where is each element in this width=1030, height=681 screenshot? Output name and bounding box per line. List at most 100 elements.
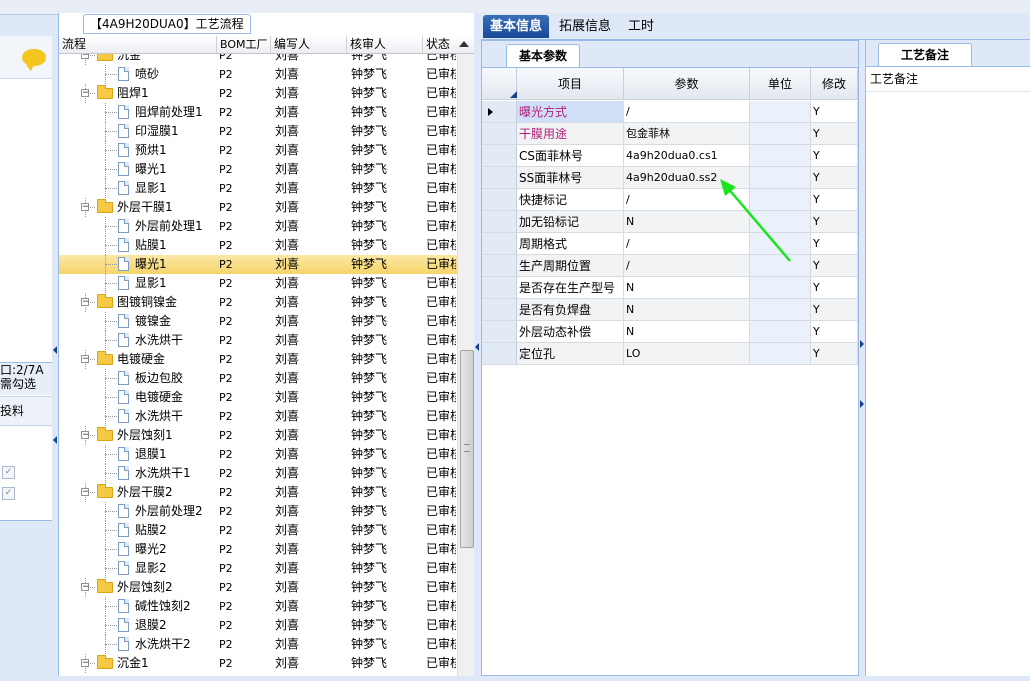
param-modify-cell[interactable]: Y: [811, 101, 858, 123]
collapse-toggle-icon[interactable]: −: [81, 54, 90, 60]
param-modify-cell[interactable]: Y: [811, 277, 858, 299]
tree-row[interactable]: 外层前处理2 P2 刘喜 钟梦飞 已审核: [59, 502, 457, 521]
tree-row[interactable]: − 沉金1 P2 刘喜 钟梦飞 已审核: [59, 654, 457, 673]
tree-row[interactable]: − 沉金 P2 刘喜 钟梦飞 已审核: [59, 54, 457, 65]
param-modify-cell[interactable]: Y: [811, 189, 858, 211]
param-row[interactable]: 是否存在生产型号 N Y: [482, 277, 858, 299]
param-modify-cell[interactable]: Y: [811, 321, 858, 343]
collapse-toggle-icon[interactable]: −: [81, 659, 90, 668]
tree-row[interactable]: 水洗烘干 P2 刘喜 钟梦飞 已审核: [59, 407, 457, 426]
param-row[interactable]: 外层动态补偿 N Y: [482, 321, 858, 343]
col-header-bom[interactable]: BOM工厂: [217, 36, 271, 53]
grid-header-modify[interactable]: 修改: [811, 68, 858, 100]
row-header[interactable]: [482, 233, 517, 255]
param-value-cell[interactable]: N: [624, 321, 750, 343]
row-header[interactable]: [482, 145, 517, 167]
param-modify-cell[interactable]: Y: [811, 123, 858, 145]
param-modify-cell[interactable]: Y: [811, 145, 858, 167]
row-header[interactable]: [482, 101, 517, 123]
tree-row[interactable]: 镀镍金 P2 刘喜 钟梦飞 已审核: [59, 312, 457, 331]
param-unit-cell[interactable]: [750, 299, 811, 321]
collapse-toggle-icon[interactable]: −: [81, 488, 90, 497]
param-unit-cell[interactable]: [750, 101, 811, 123]
row-header[interactable]: [482, 167, 517, 189]
collapse-toggle-icon[interactable]: −: [81, 583, 90, 592]
tree-row[interactable]: − 图镀铜镍金 P2 刘喜 钟梦飞 已审核: [59, 293, 457, 312]
param-unit-cell[interactable]: [750, 343, 811, 365]
middle-splitter[interactable]: [474, 13, 481, 676]
row-header[interactable]: [482, 321, 517, 343]
collapse-toggle-icon[interactable]: −: [81, 89, 90, 98]
param-modify-cell[interactable]: Y: [811, 211, 858, 233]
tree-row[interactable]: 预烘1 P2 刘喜 钟梦飞 已审核: [59, 141, 457, 160]
param-modify-cell[interactable]: Y: [811, 167, 858, 189]
param-modify-cell[interactable]: Y: [811, 255, 858, 277]
grid-header-param[interactable]: 参数: [624, 68, 750, 100]
tab-craft-notes[interactable]: 工艺备注: [878, 43, 973, 66]
collapse-right-icon[interactable]: [860, 340, 864, 348]
collapse-left-icon[interactable]: [53, 436, 57, 444]
row-header[interactable]: [482, 123, 517, 145]
tree-row[interactable]: 曝光1 P2 刘喜 钟梦飞 已审核: [59, 255, 457, 274]
tree-row[interactable]: 阻焊前处理1 P2 刘喜 钟梦飞 已审核: [59, 103, 457, 122]
splitter-grip[interactable]: [730, 6, 794, 17]
row-header[interactable]: [482, 189, 517, 211]
row-header[interactable]: [482, 299, 517, 321]
tree-row[interactable]: − 外层干膜2 P2 刘喜 钟梦飞 已审核: [59, 483, 457, 502]
tree-row[interactable]: 印湿膜1 P2 刘喜 钟梦飞 已审核: [59, 122, 457, 141]
tree-row[interactable]: 退膜1 P2 刘喜 钟梦飞 已审核: [59, 445, 457, 464]
checkbox[interactable]: ✓: [2, 487, 15, 500]
param-value-cell[interactable]: N: [624, 277, 750, 299]
tree-row[interactable]: − 阻焊1 P2 刘喜 钟梦飞 已审核: [59, 84, 457, 103]
collapse-left-icon[interactable]: [53, 346, 57, 354]
tree-row[interactable]: 喷砂 P2 刘喜 钟梦飞 已审核: [59, 65, 457, 84]
tree-row[interactable]: − 外层干膜1 P2 刘喜 钟梦飞 已审核: [59, 198, 457, 217]
tree-row[interactable]: 水洗烘干1 P2 刘喜 钟梦飞 已审核: [59, 464, 457, 483]
tab-basic-info[interactable]: 基本信息: [483, 15, 550, 38]
param-value-cell[interactable]: N: [624, 299, 750, 321]
collapse-right-icon[interactable]: [860, 400, 864, 408]
tree-row[interactable]: 曝光2 P2 刘喜 钟梦飞 已审核: [59, 540, 457, 559]
param-value-cell[interactable]: /: [624, 101, 750, 123]
tree-row[interactable]: 曝光1 P2 刘喜 钟梦飞 已审核: [59, 160, 457, 179]
collapse-left-icon[interactable]: [475, 343, 479, 351]
col-header-reviewer[interactable]: 核审人: [347, 36, 423, 53]
tree-row[interactable]: 水洗烘干2 P2 刘喜 钟梦飞 已审核: [59, 635, 457, 654]
param-row[interactable]: 是否有负焊盘 N Y: [482, 299, 858, 321]
tree-row[interactable]: 板边包胶 P2 刘喜 钟梦飞 已审核: [59, 369, 457, 388]
checkbox[interactable]: ✓: [2, 466, 15, 479]
param-modify-cell[interactable]: Y: [811, 233, 858, 255]
tree-row[interactable]: 贴膜1 P2 刘喜 钟梦飞 已审核: [59, 236, 457, 255]
collapse-toggle-icon[interactable]: −: [81, 431, 90, 440]
collapse-toggle-icon[interactable]: −: [81, 203, 90, 212]
row-header[interactable]: [482, 211, 517, 233]
tree-row[interactable]: 显影1 P2 刘喜 钟梦飞 已审核: [59, 179, 457, 198]
grid-header-item[interactable]: 项目: [517, 68, 624, 100]
collapse-toggle-icon[interactable]: −: [81, 355, 90, 364]
row-header[interactable]: [482, 343, 517, 365]
tree-row[interactable]: − 外层蚀刻2 P2 刘喜 钟梦飞 已审核: [59, 578, 457, 597]
tab-work-hours[interactable]: 工时: [621, 15, 661, 38]
param-value-cell[interactable]: 包金菲林: [624, 123, 750, 145]
collapse-toggle-icon[interactable]: −: [81, 298, 90, 307]
param-unit-cell[interactable]: [750, 277, 811, 299]
row-header[interactable]: [482, 255, 517, 277]
param-row[interactable]: 定位孔 LO Y: [482, 343, 858, 365]
row-header[interactable]: [482, 277, 517, 299]
param-row[interactable]: CS面菲林号 4a9h20dua0.cs1 Y: [482, 145, 858, 167]
tree-row[interactable]: 退膜2 P2 刘喜 钟梦飞 已审核: [59, 616, 457, 635]
scrollbar-thumb[interactable]: [460, 350, 474, 548]
param-modify-cell[interactable]: Y: [811, 299, 858, 321]
tree-row[interactable]: 显影2 P2 刘喜 钟梦飞 已审核: [59, 559, 457, 578]
sort-asc-icon[interactable]: [459, 41, 469, 47]
tree-scrollbar[interactable]: [457, 54, 475, 676]
tab-basic-params[interactable]: 基本参数: [506, 44, 581, 67]
param-unit-cell[interactable]: [750, 123, 811, 145]
param-value-cell[interactable]: 4a9h20dua0.cs1: [624, 145, 750, 167]
grid-header-unit[interactable]: 单位: [750, 68, 811, 100]
tree-row[interactable]: − 电镀硬金 P2 刘喜 钟梦飞 已审核: [59, 350, 457, 369]
tree-row[interactable]: 贴膜2 P2 刘喜 钟梦飞 已审核: [59, 521, 457, 540]
param-unit-cell[interactable]: [750, 145, 811, 167]
tree-row[interactable]: 电镀硬金 P2 刘喜 钟梦飞 已审核: [59, 388, 457, 407]
chat-bubble-icon[interactable]: [22, 49, 46, 71]
